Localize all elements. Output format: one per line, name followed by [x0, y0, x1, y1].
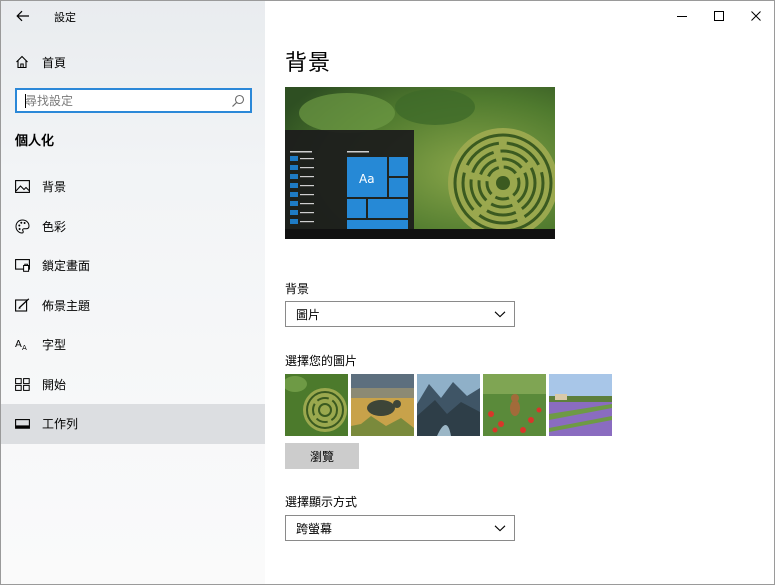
search-icon[interactable]	[231, 94, 245, 108]
fit-dropdown[interactable]: 跨螢幕	[285, 515, 515, 541]
sidebar-item-start[interactable]: 開始	[1, 365, 265, 405]
sidebar-item-label: 色彩	[42, 219, 67, 234]
minimize-icon	[676, 16, 687, 17]
sidebar-item-label: 字型	[42, 338, 67, 353]
background-label: 背景	[285, 282, 310, 296]
svg-text:A: A	[22, 344, 27, 351]
sidebar-item-label: 佈景主題	[42, 298, 91, 313]
browse-button[interactable]: 瀏覽	[285, 443, 359, 469]
app-title: 設定	[54, 11, 76, 24]
home-icon	[14, 54, 30, 70]
desktop-preview: Aa	[285, 87, 555, 239]
settings-window: 設定 首頁 個人化	[0, 0, 775, 585]
maximize-button[interactable]	[700, 1, 737, 31]
window-controls	[663, 1, 774, 31]
picture-thumbnails	[285, 374, 612, 436]
chevron-down-icon	[494, 311, 506, 318]
maximize-icon	[713, 11, 724, 21]
sidebar-item-label: 背景	[42, 180, 67, 195]
thumbnail-maze[interactable]	[285, 374, 348, 436]
fit-label: 選擇顯示方式	[285, 495, 358, 509]
sidebar-item-label: 鎖定畫面	[42, 259, 91, 274]
picture-icon	[14, 179, 30, 195]
thumbnail-lavender[interactable]	[549, 374, 612, 436]
thumbnail-deer-poppies[interactable]	[483, 374, 546, 436]
preview-wallpaper-image: Aa	[285, 87, 555, 239]
close-icon	[750, 11, 761, 21]
background-dropdown[interactable]: 圖片	[285, 301, 515, 327]
back-arrow-icon	[16, 10, 29, 22]
sidebar-item-lock-screen[interactable]: 鎖定畫面	[1, 246, 265, 286]
fit-dropdown-value: 跨螢幕	[296, 521, 333, 536]
section-title: 個人化	[15, 134, 55, 149]
preview-tile-text: Aa	[359, 172, 375, 186]
thumbnail-mountains[interactable]	[417, 374, 480, 436]
lock-screen-icon	[14, 258, 30, 274]
main-content: 背景 Aa 背景 圖片 選擇您的圖片 瀏覽 選擇顯示方式 跨螢幕	[265, 1, 774, 584]
taskbar-icon	[14, 416, 30, 432]
thumbnail-turtle[interactable]	[351, 374, 414, 436]
chevron-down-icon	[494, 525, 506, 532]
sidebar: 設定 首頁 個人化	[1, 1, 265, 584]
start-grid-icon	[14, 376, 30, 392]
search-input[interactable]	[17, 90, 217, 111]
minimize-button[interactable]	[663, 1, 700, 31]
nav-list: 背景 色彩 鎖定畫面 佈景主題 A A 字型 開始 工作列	[1, 167, 265, 444]
sidebar-item-taskbar[interactable]: 工作列	[1, 404, 265, 444]
sidebar-item-label: 工作列	[42, 417, 79, 432]
palette-icon	[14, 218, 30, 234]
svg-text:A: A	[15, 339, 22, 350]
sidebar-item-colors[interactable]: 色彩	[1, 207, 265, 247]
choose-picture-label: 選擇您的圖片	[285, 354, 358, 368]
theme-brush-icon	[14, 297, 30, 313]
sidebar-item-fonts[interactable]: A A 字型	[1, 325, 265, 365]
close-button[interactable]	[737, 1, 774, 31]
home-label: 首頁	[42, 55, 67, 70]
back-button[interactable]	[9, 3, 37, 29]
sidebar-item-themes[interactable]: 佈景主題	[1, 286, 265, 326]
sidebar-item-label: 開始	[42, 377, 67, 392]
nav-home[interactable]: 首頁	[1, 49, 265, 75]
search-box[interactable]	[15, 88, 252, 113]
sidebar-item-background[interactable]: 背景	[1, 167, 265, 207]
font-icon: A A	[14, 337, 30, 353]
page-title: 背景	[285, 51, 332, 76]
text-caret	[25, 94, 26, 108]
background-dropdown-value: 圖片	[296, 307, 321, 322]
title-bar-left: 設定	[1, 1, 265, 31]
